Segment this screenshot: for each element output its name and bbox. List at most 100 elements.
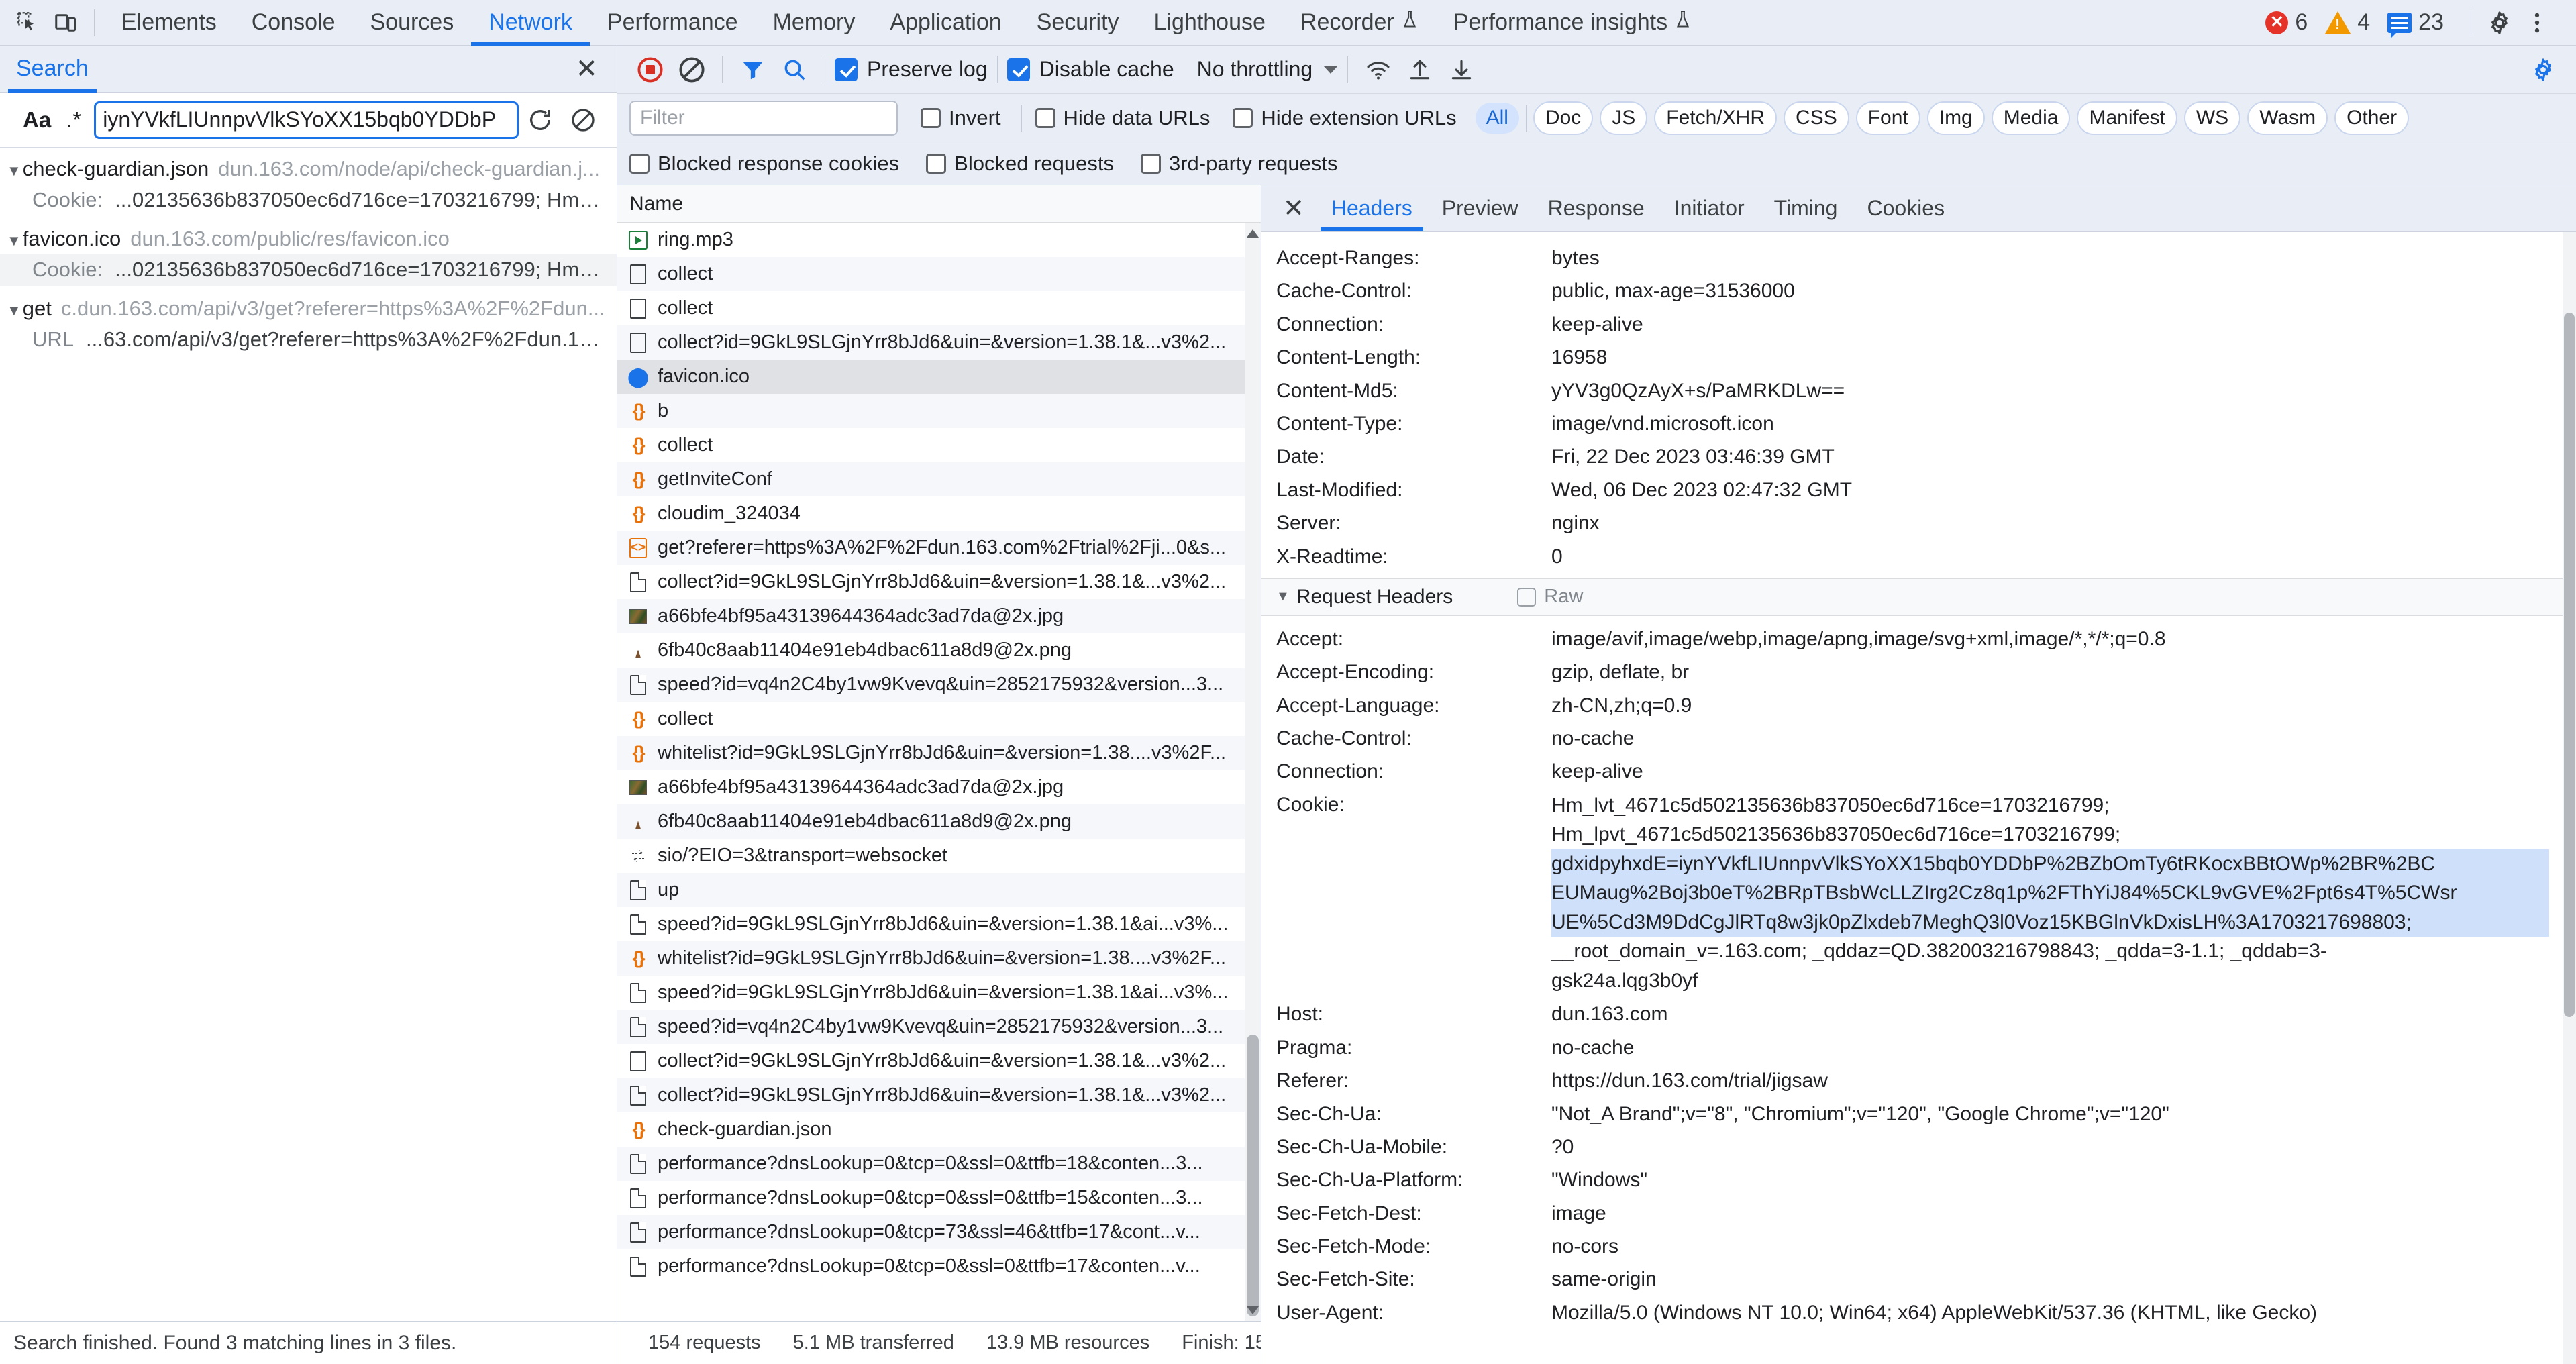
header-value[interactable]: gzip, deflate, br — [1551, 658, 2576, 686]
table-row[interactable]: performance?dnsLookup=0&tcp=73&ssl=46&tt… — [617, 1215, 1261, 1249]
table-row[interactable]: speed?id=9GkL9SLGjnYrr8bJd6&uin=&version… — [617, 976, 1261, 1010]
match-case-button[interactable]: Aa — [12, 107, 62, 133]
error-counter[interactable]: ✕ 6 — [2265, 9, 2308, 36]
disable-cache-checkbox[interactable]: Disable cache — [1007, 57, 1174, 82]
search-result-line[interactable]: Cookie: ...02135636b837050ec6d716ce=1703… — [0, 254, 617, 286]
table-row[interactable]: {} check-guardian.json — [617, 1112, 1261, 1147]
filter-funnel-icon[interactable] — [732, 49, 774, 91]
search-icon[interactable] — [774, 49, 815, 91]
search-input[interactable]: iynYVkfLIUnnpvVlkSYoXX15bqb0YDDbP — [94, 101, 519, 139]
request-list-scrollbar[interactable] — [1245, 223, 1261, 1321]
cookie-value[interactable]: Hm_lvt_4671c5d502135636b837050ec6d716ce=… — [1551, 791, 2576, 996]
chevron-down-icon[interactable]: ▼ — [7, 162, 21, 180]
type-filter-all[interactable]: All — [1475, 102, 1519, 134]
inspect-element-icon[interactable] — [9, 4, 47, 42]
message-counter[interactable]: 23 — [2387, 9, 2444, 38]
tab-security[interactable]: Security — [1019, 0, 1137, 46]
table-row[interactable]: collect — [617, 291, 1261, 325]
tab-response[interactable]: Response — [1533, 185, 1659, 231]
table-row[interactable]: speed?id=vq4n2C4by1vw9Kvevq&uin=28521759… — [617, 1010, 1261, 1044]
header-value[interactable]: "Not_A Brand";v="8", "Chromium";v="120",… — [1551, 1100, 2576, 1128]
blocked-response-cookies-checkbox[interactable]: Blocked response cookies — [629, 152, 899, 176]
preserve-log-checkbox[interactable]: Preserve log — [835, 57, 988, 82]
search-result-line[interactable]: Cookie: ...02135636b837050ec6d716ce=1703… — [0, 184, 617, 216]
header-value[interactable]: image/avif,image/webp,image/apng,image/s… — [1551, 625, 2576, 653]
hide-extension-urls-checkbox[interactable]: Hide extension URLs — [1233, 106, 1457, 130]
type-filter-wasm[interactable]: Wasm — [2247, 101, 2328, 135]
record-stop-icon[interactable] — [629, 49, 671, 91]
header-value[interactable]: bytes — [1551, 244, 2576, 272]
third-party-requests-checkbox[interactable]: 3rd-party requests — [1140, 152, 1338, 176]
network-conditions-icon[interactable] — [1357, 49, 1399, 91]
header-value[interactable]: Fri, 22 Dec 2023 03:46:39 GMT — [1551, 443, 2576, 470]
table-row[interactable]: speed?id=9GkL9SLGjnYrr8bJd6&uin=&version… — [617, 907, 1261, 941]
scroll-up-icon[interactable] — [1247, 229, 1259, 238]
table-row[interactable]: 6fb40c8aab11404e91eb4dbac611a8d9@2x.png — [617, 804, 1261, 839]
scroll-down-icon[interactable] — [1247, 1306, 1259, 1314]
table-row[interactable]: <> get?referer=https%3A%2F%2Fdun.163.com… — [617, 531, 1261, 565]
column-header-name[interactable]: Name — [617, 185, 1261, 223]
header-value[interactable]: Wed, 06 Dec 2023 02:47:32 GMT — [1551, 476, 2576, 504]
blocked-requests-checkbox[interactable]: Blocked requests — [926, 152, 1114, 176]
warning-counter[interactable]: 4 — [2325, 9, 2370, 36]
raw-toggle[interactable]: Raw — [1517, 586, 1583, 608]
table-row[interactable]: {} whitelist?id=9GkL9SLGjnYrr8bJd6&uin=&… — [617, 736, 1261, 770]
table-row[interactable]: performance?dnsLookup=0&tcp=0&ssl=0&ttfb… — [617, 1181, 1261, 1215]
header-value[interactable]: dun.163.com — [1551, 1000, 2576, 1028]
tab-network[interactable]: Network — [471, 0, 590, 46]
table-row[interactable]: {} cloudim_324034 — [617, 496, 1261, 531]
header-value[interactable]: 16958 — [1551, 344, 2576, 371]
header-value[interactable]: same-origin — [1551, 1265, 2576, 1293]
export-har-icon[interactable] — [1441, 49, 1482, 91]
table-row[interactable]: collect?id=9GkL9SLGjnYrr8bJd6&uin=&versi… — [617, 1078, 1261, 1112]
type-filter-fetch-xhr[interactable]: Fetch/XHR — [1654, 101, 1778, 135]
header-value[interactable]: no-cache — [1551, 725, 2576, 752]
type-filter-doc[interactable]: Doc — [1533, 101, 1594, 135]
header-value[interactable]: keep-alive — [1551, 757, 2576, 785]
close-icon[interactable]: ✕ — [575, 56, 603, 83]
details-scrollbar[interactable] — [2563, 232, 2576, 1364]
header-value[interactable]: zh-CN,zh;q=0.9 — [1551, 692, 2576, 719]
filter-input[interactable]: Filter — [629, 100, 898, 136]
tab-lighthouse[interactable]: Lighthouse — [1137, 0, 1283, 46]
type-filter-css[interactable]: CSS — [1784, 101, 1849, 135]
invert-checkbox[interactable]: Invert — [921, 106, 1001, 130]
clear-icon[interactable] — [562, 99, 605, 142]
table-row[interactable]: {} b — [617, 394, 1261, 428]
header-value[interactable]: image/vnd.microsoft.icon — [1551, 410, 2576, 437]
table-row[interactable]: {} collect — [617, 428, 1261, 462]
import-har-icon[interactable] — [1399, 49, 1441, 91]
tab-elements[interactable]: Elements — [104, 0, 234, 46]
header-value[interactable]: image — [1551, 1200, 2576, 1227]
header-value[interactable]: 0 — [1551, 543, 2576, 570]
refresh-icon[interactable] — [519, 99, 562, 142]
header-value[interactable]: Mozilla/5.0 (Windows NT 10.0; Win64; x64… — [1551, 1299, 2576, 1326]
table-row[interactable]: {} collect — [617, 702, 1261, 736]
table-row[interactable]: {} getInviteConf — [617, 462, 1261, 496]
tab-recorder[interactable]: Recorder — [1283, 0, 1436, 46]
table-row[interactable]: ring.mp3 — [617, 223, 1261, 257]
table-row[interactable]: {} whitelist?id=9GkL9SLGjnYrr8bJd6&uin=&… — [617, 941, 1261, 976]
table-row[interactable]: performance?dnsLookup=0&tcp=0&ssl=0&ttfb… — [617, 1147, 1261, 1181]
tab-performance[interactable]: Performance — [590, 0, 756, 46]
header-value[interactable]: yYV3g0QzAyX+s/PaMRKDLw== — [1551, 377, 2576, 405]
table-row[interactable]: a66bfe4bf95a43139644364adc3ad7da@2x.jpg — [617, 770, 1261, 804]
tab-initiator[interactable]: Initiator — [1659, 185, 1759, 231]
header-value[interactable]: nginx — [1551, 509, 2576, 537]
header-value[interactable]: keep-alive — [1551, 311, 2576, 338]
kebab-menu-icon[interactable] — [2518, 4, 2556, 42]
search-result-file[interactable]: ▼ get c.dun.163.com/api/v3/get?referer=h… — [0, 294, 617, 323]
chevron-down-icon[interactable]: ▼ — [7, 302, 21, 319]
throttling-select[interactable]: No throttling — [1197, 57, 1339, 82]
scrollbar-thumb[interactable] — [1247, 1035, 1259, 1316]
tab-search[interactable]: Search — [8, 46, 97, 93]
tab-memory[interactable]: Memory — [756, 0, 873, 46]
header-value[interactable]: ?0 — [1551, 1133, 2576, 1161]
type-filter-media[interactable]: Media — [1991, 101, 2071, 135]
search-result-line[interactable]: URL ...63.com/api/v3/get?referer=https%3… — [0, 323, 617, 356]
type-filter-js[interactable]: JS — [1600, 101, 1648, 135]
close-icon[interactable]: ✕ — [1271, 185, 1317, 231]
header-value[interactable]: no-cors — [1551, 1232, 2576, 1260]
request-headers-section-header[interactable]: ▼ Request Headers Raw — [1261, 578, 2576, 616]
hide-data-urls-checkbox[interactable]: Hide data URLs — [1035, 106, 1210, 130]
